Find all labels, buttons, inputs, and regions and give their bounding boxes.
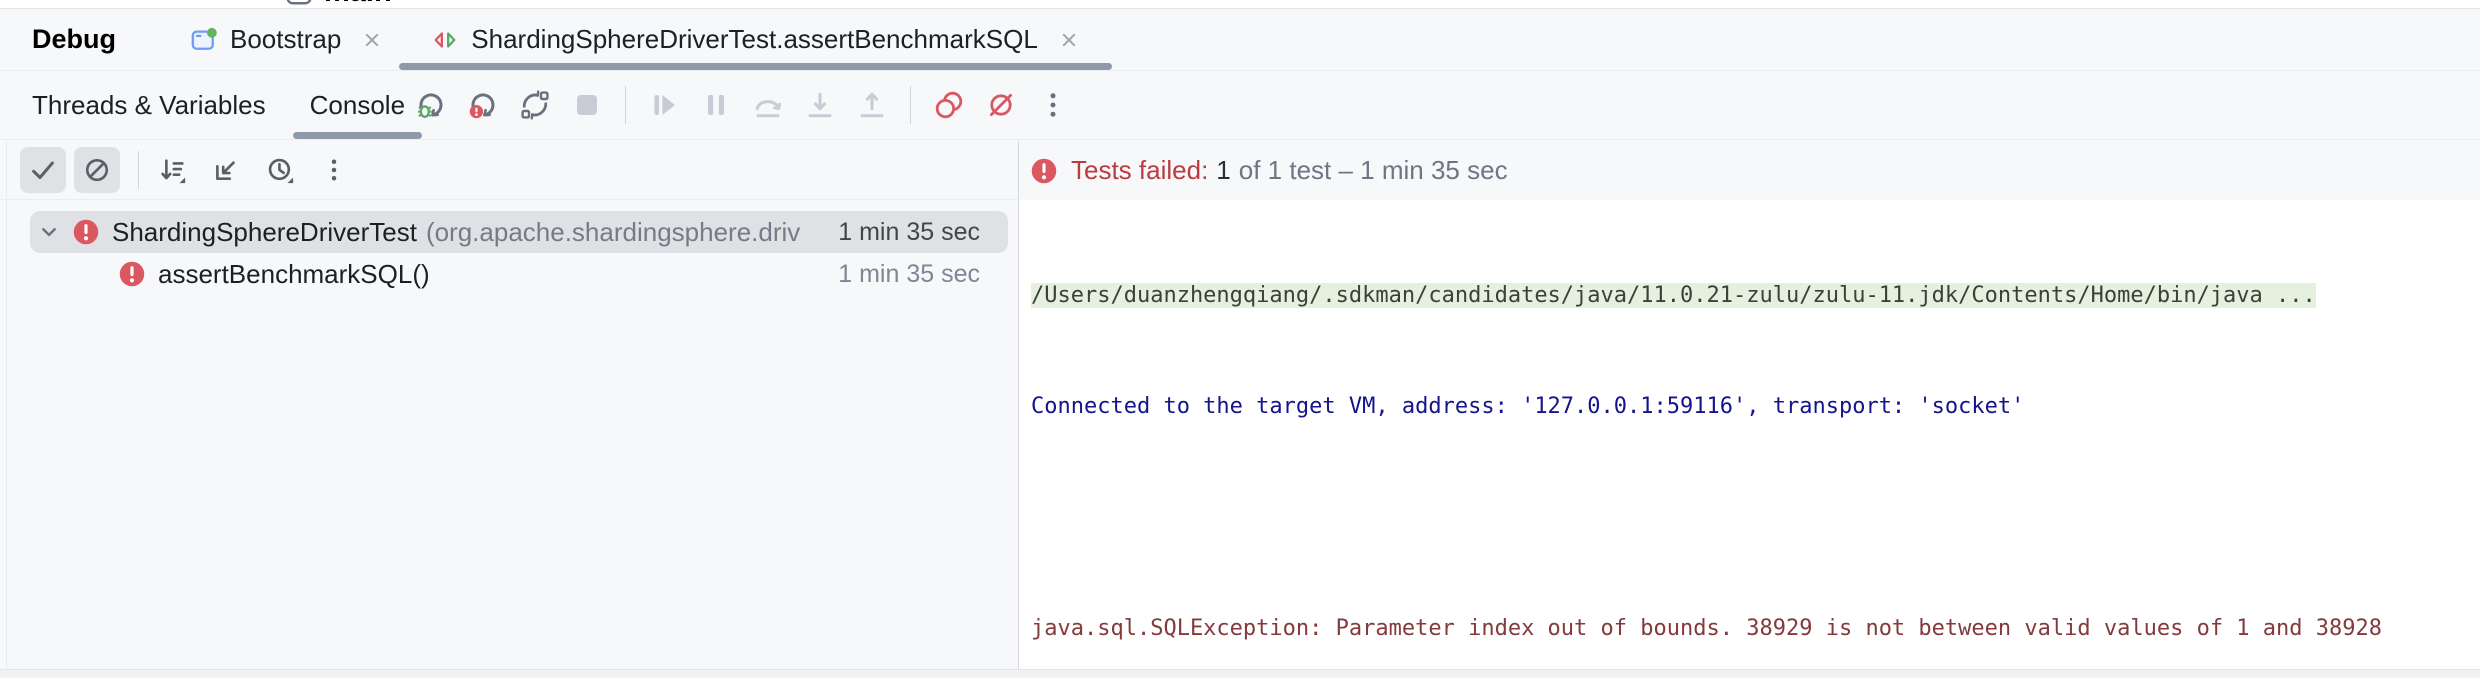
sort-tests-button[interactable] xyxy=(149,147,195,193)
test-run-icon xyxy=(431,26,459,54)
test-class-package: (org.apache.shardingsphere.driv xyxy=(426,217,800,248)
tree-row-test-method[interactable]: assertBenchmarkSQL() 1 min 35 sec xyxy=(0,253,1018,295)
show-passed-icon xyxy=(28,155,58,185)
test-error-icon xyxy=(118,260,146,288)
resume-button xyxy=(640,81,688,129)
toolbar-separator xyxy=(910,86,911,124)
more-vertical-icon xyxy=(319,155,349,185)
mute-breakpoints-icon xyxy=(985,89,1017,121)
resume-icon xyxy=(648,89,680,121)
mute-breakpoints-button[interactable] xyxy=(977,81,1025,129)
view-breakpoints-button[interactable] xyxy=(925,81,973,129)
reload-changed-classes-button[interactable] xyxy=(511,81,559,129)
tab-label: Console xyxy=(310,90,405,121)
test-tree-panel: ShardingSphereDriverTest (org.apache.sha… xyxy=(0,141,1019,669)
test-class-name: ShardingSphereDriverTest xyxy=(112,217,417,248)
step-into-icon xyxy=(804,89,836,121)
tests-failed-label: Tests failed: xyxy=(1071,155,1208,186)
rerun-button[interactable] xyxy=(407,81,455,129)
more-options-button[interactable] xyxy=(311,147,357,193)
import-test-results-button[interactable] xyxy=(203,147,249,193)
debug-tool-window-header: Debug Bootstrap ShardingSphereDriverTest… xyxy=(0,9,2480,71)
close-icon[interactable] xyxy=(1058,29,1080,51)
close-icon[interactable] xyxy=(361,29,383,51)
show-ignored-button[interactable] xyxy=(74,147,120,193)
debug-content-area: ShardingSphereDriverTest (org.apache.sha… xyxy=(0,141,2480,669)
rerun-icon xyxy=(415,89,447,121)
debug-tab-label: ShardingSphereDriverTest.assertBenchmark… xyxy=(471,24,1037,55)
tab-console[interactable]: Console xyxy=(310,71,405,139)
step-out-icon xyxy=(856,89,888,121)
console-command-line: /Users/duanzhengqiang/.sdkman/candidates… xyxy=(1031,277,2480,314)
test-duration: 1 min 35 sec xyxy=(826,260,980,289)
test-duration: 1 min 35 sec xyxy=(826,218,980,247)
bottom-edge-strip xyxy=(0,669,2480,678)
debug-tab-test-session[interactable]: ShardingSphereDriverTest.assertBenchmark… xyxy=(399,9,1111,70)
pause-button xyxy=(692,81,740,129)
rerun-failed-tests-icon xyxy=(467,89,499,121)
import-test-results-icon xyxy=(211,155,241,185)
rerun-failed-tests-button[interactable] xyxy=(459,81,507,129)
stop-button xyxy=(563,81,611,129)
step-over-icon xyxy=(752,89,784,121)
tests-failed-icon xyxy=(1030,157,1058,185)
more-vertical-icon xyxy=(1037,89,1069,121)
test-tree-toolbar xyxy=(0,141,1018,200)
step-over-button xyxy=(744,81,792,129)
debug-tab-label: Bootstrap xyxy=(230,24,341,55)
debugger-toolbar: Threads & Variables Console xyxy=(0,71,2480,140)
toolbar-separator xyxy=(625,86,626,124)
tool-window-title: Debug xyxy=(32,24,116,55)
test-history-button[interactable] xyxy=(257,147,303,193)
tests-summary: of 1 test – 1 min 35 sec xyxy=(1239,155,1508,186)
toolbar-separator xyxy=(138,151,139,189)
tree-row-test-class[interactable]: ShardingSphereDriverTest (org.apache.sha… xyxy=(0,211,1018,253)
tab-threads-variables[interactable]: Threads & Variables xyxy=(32,71,266,139)
step-into-button xyxy=(796,81,844,129)
test-history-icon xyxy=(265,155,295,185)
sort-tests-icon xyxy=(157,155,187,185)
run-configuration-label: main xyxy=(324,0,392,9)
reload-changed-classes-icon xyxy=(519,89,551,121)
more-options-button[interactable] xyxy=(1029,81,1077,129)
debug-tab-bootstrap[interactable]: Bootstrap xyxy=(190,9,383,70)
test-status-bar: Tests failed: 1 of 1 test – 1 min 35 sec xyxy=(1019,141,2480,200)
run-configuration-selector[interactable]: main xyxy=(284,0,392,9)
main-toolbar-edge: main xyxy=(0,0,2480,9)
console-blank-line xyxy=(1031,499,2480,536)
chevron-down-icon[interactable] xyxy=(36,219,62,245)
console-output[interactable]: /Users/duanzhengqiang/.sdkman/candidates… xyxy=(1019,200,2480,669)
test-results-tree: ShardingSphereDriverTest (org.apache.sha… xyxy=(0,200,1018,295)
java-command-text: /Users/duanzhengqiang/.sdkman/candidates… xyxy=(1031,283,2316,308)
console-exception-line: java.sql.SQLException: Parameter index o… xyxy=(1031,610,2480,647)
run-configuration-icon xyxy=(284,0,314,7)
console-panel: Tests failed: 1 of 1 test – 1 min 35 sec… xyxy=(1019,141,2480,669)
tests-failed-count: 1 xyxy=(1216,155,1230,186)
app-window-running-icon xyxy=(190,26,218,54)
stop-icon xyxy=(571,89,603,121)
show-ignored-icon xyxy=(82,155,112,185)
test-method-name: assertBenchmarkSQL() xyxy=(158,259,430,290)
tab-label: Threads & Variables xyxy=(32,90,266,121)
console-connected-line: Connected to the target VM, address: '12… xyxy=(1031,388,2480,425)
pause-icon xyxy=(700,89,732,121)
test-error-icon xyxy=(72,218,100,246)
show-passed-button[interactable] xyxy=(20,147,66,193)
view-breakpoints-icon xyxy=(933,89,965,121)
step-out-button xyxy=(848,81,896,129)
